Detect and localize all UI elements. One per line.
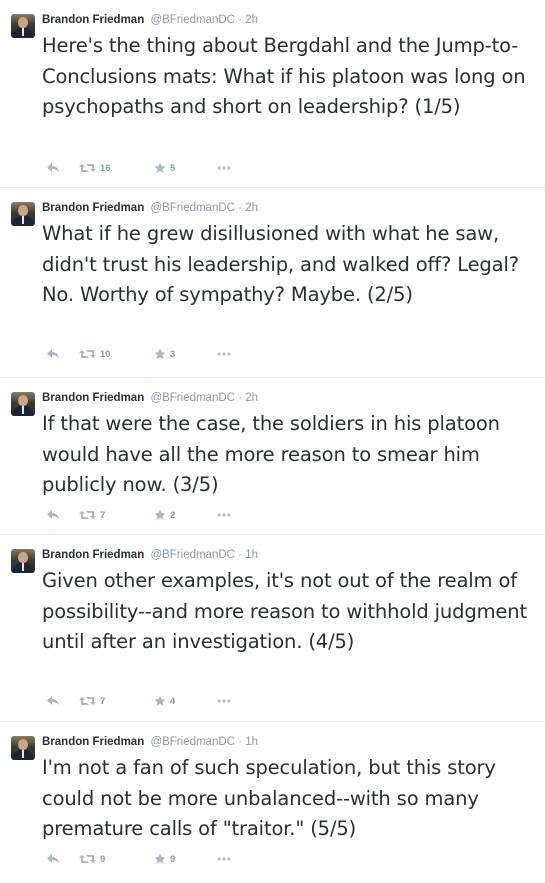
retweet-icon <box>79 855 96 863</box>
favorite-count: 9 <box>170 853 176 865</box>
tweet-header: Brandon Friedman @BFriedmanDC · 1h <box>42 547 258 563</box>
more-button[interactable] <box>217 850 231 868</box>
reply-button[interactable] <box>46 692 60 710</box>
tweet-header: Brandon Friedman @BFriedmanDC · 2h <box>42 200 258 216</box>
tweet-time[interactable]: 2h <box>245 202 258 214</box>
separator: · <box>238 14 243 26</box>
tweet-actions: 7 4 <box>42 692 342 710</box>
more-button[interactable] <box>217 506 231 524</box>
retweet-button[interactable]: 10 <box>79 345 111 363</box>
tweet-text: What if he grew disillusioned with what … <box>42 222 519 306</box>
reply-button[interactable] <box>46 345 60 363</box>
star-icon <box>154 509 166 520</box>
avatar[interactable] <box>11 14 35 38</box>
more-dots-icon <box>217 857 231 861</box>
star-icon <box>154 695 166 706</box>
tweet[interactable]: Brandon Friedman @BFriedmanDC · 2h What … <box>0 188 545 378</box>
author-handle[interactable]: @BFriedmanDC <box>150 392 235 404</box>
avatar[interactable] <box>11 736 35 760</box>
tweet-actions: 9 9 <box>42 850 342 868</box>
tweet-text: I'm not a fan of such speculation, but t… <box>42 756 496 840</box>
author-name[interactable]: Brandon Friedman <box>42 392 144 404</box>
retweet-button[interactable]: 16 <box>79 159 111 177</box>
more-dots-icon <box>217 352 231 356</box>
tweet-text: If that were the case, the soldiers in h… <box>42 412 500 496</box>
tweet-time[interactable]: 1h <box>245 736 258 748</box>
favorite-button[interactable]: 5 <box>154 159 175 177</box>
reply-icon <box>47 696 59 706</box>
favorite-count: 5 <box>170 162 176 174</box>
reply-icon <box>47 349 59 359</box>
reply-icon <box>47 510 59 520</box>
author-name[interactable]: Brandon Friedman <box>42 14 144 26</box>
tweet[interactable]: Brandon Friedman @BFriedmanDC · 1h Given… <box>0 535 545 722</box>
more-button[interactable] <box>217 159 231 177</box>
tweet-actions: 16 5 <box>42 159 342 177</box>
retweet-count: 10 <box>100 348 111 360</box>
retweet-count: 16 <box>100 162 111 174</box>
retweet-icon <box>79 164 96 172</box>
retweet-count: 9 <box>100 853 106 865</box>
tweet[interactable]: Brandon Friedman @BFriedmanDC · 2h Here'… <box>0 0 545 188</box>
star-icon <box>154 853 166 864</box>
author-name[interactable]: Brandon Friedman <box>42 202 144 214</box>
author-handle[interactable]: @BFriedmanDC <box>150 736 235 748</box>
separator: · <box>238 549 243 561</box>
favorite-button[interactable]: 4 <box>154 692 175 710</box>
favorite-count: 3 <box>170 348 176 360</box>
reply-button[interactable] <box>46 159 60 177</box>
more-button[interactable] <box>217 345 231 363</box>
more-dots-icon <box>217 699 231 703</box>
reply-button[interactable] <box>46 506 60 524</box>
retweet-count: 7 <box>100 509 106 521</box>
tweet-header: Brandon Friedman @BFriedmanDC · 2h <box>42 390 258 406</box>
tweet-text: Given other examples, it's not out of th… <box>42 569 527 653</box>
retweet-button[interactable]: 9 <box>79 850 105 868</box>
avatar[interactable] <box>11 392 35 416</box>
favorite-count: 4 <box>170 695 176 707</box>
retweet-icon <box>79 511 96 519</box>
author-handle[interactable]: @BFriedmanDC <box>150 549 235 561</box>
separator: · <box>238 736 243 748</box>
favorite-button[interactable]: 2 <box>154 506 175 524</box>
star-icon <box>154 348 166 359</box>
more-dots-icon <box>217 513 231 517</box>
more-dots-icon <box>217 166 231 170</box>
retweet-count: 7 <box>100 695 106 707</box>
more-button[interactable] <box>217 692 231 710</box>
tweet-actions: 10 3 <box>42 345 342 363</box>
separator: · <box>238 202 243 214</box>
retweet-button[interactable]: 7 <box>79 692 105 710</box>
retweet-icon <box>79 350 96 358</box>
author-handle[interactable]: @BFriedmanDC <box>150 202 235 214</box>
reply-button[interactable] <box>46 850 60 868</box>
favorite-count: 2 <box>170 509 176 521</box>
tweet-header: Brandon Friedman @BFriedmanDC · 2h <box>42 12 258 28</box>
reply-icon <box>47 854 59 864</box>
favorite-button[interactable]: 3 <box>154 345 175 363</box>
author-name[interactable]: Brandon Friedman <box>42 549 144 561</box>
author-name[interactable]: Brandon Friedman <box>42 736 144 748</box>
tweet[interactable]: Brandon Friedman @BFriedmanDC · 2h If th… <box>0 378 545 535</box>
tweet-actions: 7 2 <box>42 506 342 524</box>
retweet-button[interactable]: 7 <box>79 506 105 524</box>
author-handle[interactable]: @BFriedmanDC <box>150 14 235 26</box>
tweet-time[interactable]: 1h <box>245 549 258 561</box>
avatar[interactable] <box>11 202 35 226</box>
favorite-button[interactable]: 9 <box>154 850 175 868</box>
tweet-time[interactable]: 2h <box>245 392 258 404</box>
reply-icon <box>47 163 59 173</box>
star-icon <box>154 162 166 173</box>
tweet[interactable]: Brandon Friedman @BFriedmanDC · 1h I'm n… <box>0 722 545 883</box>
tweet-time[interactable]: 2h <box>245 14 258 26</box>
tweet-timeline: Brandon Friedman @BFriedmanDC · 2h Here'… <box>0 0 545 883</box>
avatar[interactable] <box>11 549 35 573</box>
tweet-text: Here's the thing about Bergdahl and the … <box>42 34 526 118</box>
retweet-icon <box>79 697 96 705</box>
tweet-header: Brandon Friedman @BFriedmanDC · 1h <box>42 734 258 750</box>
separator: · <box>238 392 243 404</box>
